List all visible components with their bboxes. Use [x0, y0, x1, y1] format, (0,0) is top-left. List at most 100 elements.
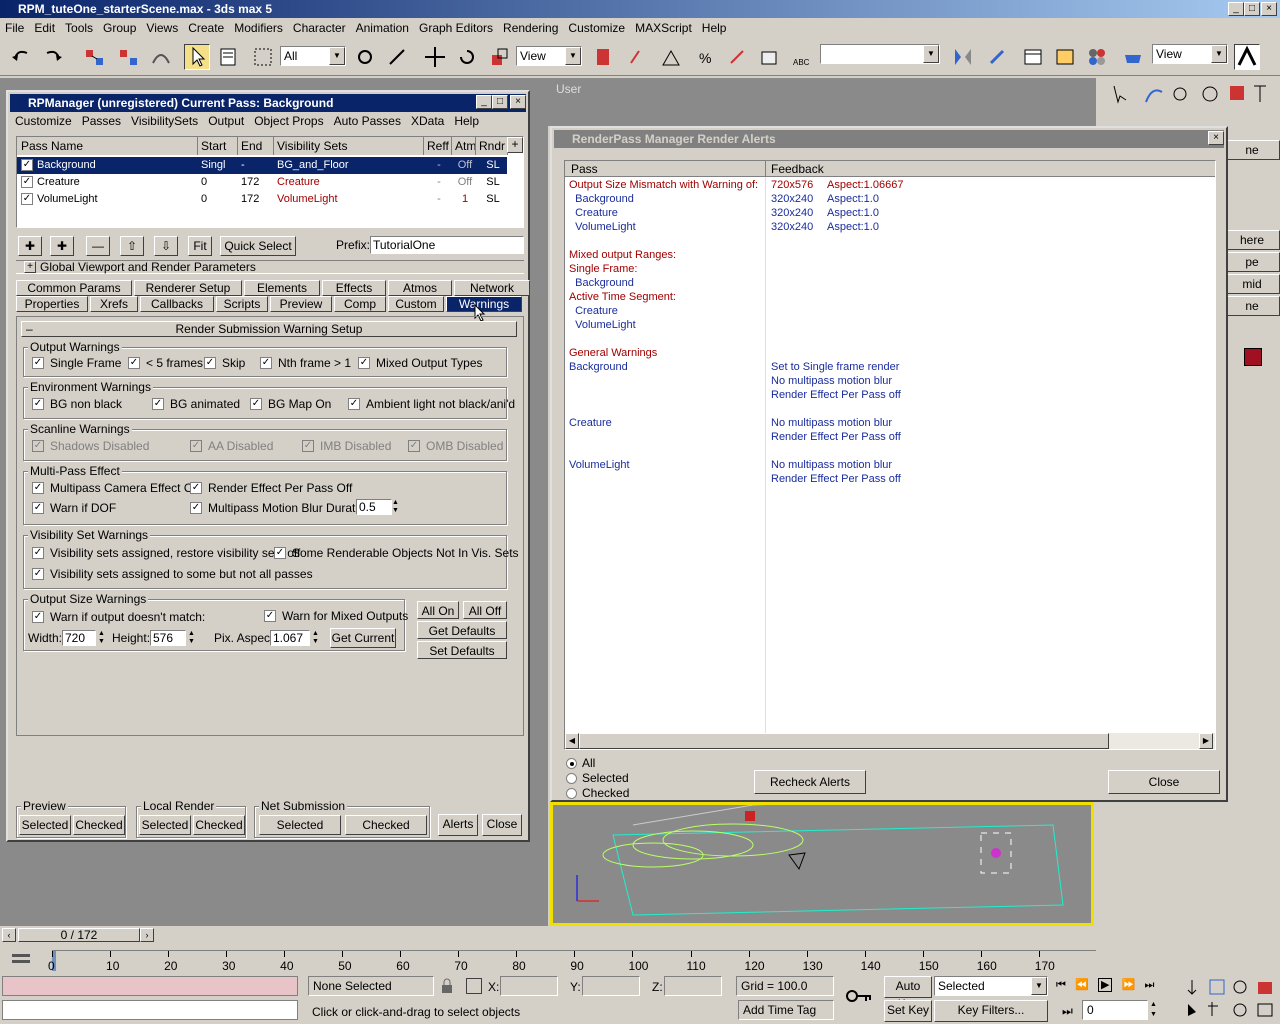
pivot-center-icon[interactable] [590, 44, 616, 70]
menu-item-create[interactable]: Create [183, 18, 229, 38]
local-checked-button[interactable]: Checked [193, 815, 245, 835]
width-input[interactable]: 720 [62, 630, 96, 646]
rpm-menu-item-visibilitysets[interactable]: VisibilitySets [126, 112, 203, 130]
preview-checked-button[interactable]: Checked [73, 815, 125, 835]
move-icon[interactable] [422, 44, 448, 70]
named-selection-sets-dropdown[interactable]: ▼ [820, 44, 940, 64]
warn-if-dof-checkbox[interactable]: ✓ [32, 502, 44, 514]
alerts-button[interactable]: Alerts [438, 814, 478, 836]
snap-toggle-icon[interactable] [626, 44, 652, 70]
motion-blur-duration-checkbox[interactable]: ✓ [190, 502, 202, 514]
pass-col-header[interactable]: Visibility Sets [277, 139, 423, 153]
spinner-snap-icon[interactable] [724, 44, 750, 70]
shadows-disabled-checkbox[interactable]: ✓ [32, 440, 44, 452]
prev-key-icon[interactable]: ⏪ [1075, 979, 1089, 991]
render-effect-per-pass-checkbox[interactable]: ✓ [190, 482, 202, 494]
scroll-left-icon[interactable]: ◀ [565, 733, 579, 749]
prev-frame-icon[interactable]: ‹ [2, 928, 16, 942]
redo-icon[interactable] [40, 44, 66, 70]
menu-item-rendering[interactable]: Rendering [498, 18, 563, 38]
tab-preview[interactable]: Preview [270, 296, 332, 312]
all-off-button[interactable]: All Off [463, 601, 507, 619]
link-icon[interactable] [82, 44, 108, 70]
viewport-user-active[interactable] [550, 794, 1094, 926]
rpm-close-action-button[interactable]: Close [482, 814, 522, 836]
named-selection-icon[interactable]: ABC [790, 44, 816, 70]
key-mode-icon[interactable] [844, 986, 874, 1006]
ambient-light-checkbox[interactable]: ✓ [348, 398, 360, 410]
track-bar-menu-icon[interactable] [10, 952, 32, 968]
snaps-icon[interactable] [384, 44, 410, 70]
region-select-icon[interactable] [250, 44, 276, 70]
tab-scripts[interactable]: Scripts [216, 296, 268, 312]
spinner-icon[interactable]: ▲ ▼ [392, 499, 402, 515]
key-filters-button[interactable]: Key Filters... [934, 1000, 1048, 1022]
mirror-icon[interactable] [950, 44, 976, 70]
some-not-all-passes-checkbox[interactable]: ✓ [32, 568, 44, 580]
alerts-list[interactable]: Pass Feedback Output Size Mismatch with … [564, 160, 1216, 750]
renderable-not-in-sets-checkbox[interactable]: ✓ [274, 547, 286, 559]
tab-custom[interactable]: Custom [388, 296, 444, 312]
x-coord-input[interactable] [500, 976, 558, 996]
pass-col-header[interactable]: Pass Name [21, 139, 197, 153]
mixed-output-types-checkbox[interactable]: ✓ [358, 357, 370, 369]
tab-common-params[interactable]: Common Params [16, 280, 132, 296]
tab-elements[interactable]: Elements [244, 280, 320, 296]
percent-snap-icon[interactable]: % [692, 44, 718, 70]
horizontal-scrollbar[interactable]: ◀ ▶ [565, 733, 1215, 749]
rollout-header[interactable]: – Render Submission Warning Setup [21, 321, 517, 337]
auto-key-button[interactable]: Auto Key [884, 976, 932, 1011]
omb-disabled-checkbox[interactable]: ✓ [408, 440, 420, 452]
scroll-thumb[interactable] [579, 733, 1109, 749]
menu-item-animation[interactable]: Animation [351, 18, 414, 38]
next-key-icon[interactable]: ⏩ [1122, 979, 1136, 991]
menu-item-graph-editors[interactable]: Graph Editors [414, 18, 498, 38]
menu-item-file[interactable]: File [0, 18, 29, 38]
cmdpanel-button-3[interactable]: pe [1224, 252, 1280, 272]
command-panel-tabs[interactable] [1106, 82, 1276, 106]
window-crossing-icon[interactable] [352, 44, 378, 70]
warn-mixed-outputs-checkbox[interactable]: ✓ [264, 610, 276, 622]
unlink-icon[interactable] [116, 44, 142, 70]
angle-snap-icon[interactable] [658, 44, 684, 70]
menu-item-modifiers[interactable]: Modifiers [229, 18, 288, 38]
edit-named-selection-icon[interactable] [756, 44, 782, 70]
pass-col-header[interactable]: Rndr [479, 139, 507, 153]
lt5-frames-checkbox[interactable]: ✓ [128, 357, 140, 369]
align-icon[interactable] [984, 44, 1010, 70]
bg-animated-checkbox[interactable]: ✓ [152, 398, 164, 410]
cmdpanel-button-1[interactable]: ne [1224, 140, 1280, 160]
rpm-minimize-button[interactable]: _ [476, 95, 492, 109]
scroll-right-icon[interactable]: ▶ [1199, 733, 1213, 749]
rpm-menu-item-help[interactable]: Help [449, 112, 484, 130]
rpm-menu-item-output[interactable]: Output [203, 112, 249, 130]
render-scene-icon[interactable] [1120, 44, 1146, 70]
duplicate-pass-icon[interactable]: ✚ [50, 236, 74, 256]
selection-filter-dropdown[interactable]: All ▼ [280, 46, 346, 66]
global-params-rollout[interactable]: + Global Viewport and Render Parameters [16, 260, 524, 274]
select-object-icon[interactable] [184, 44, 210, 70]
rpm-menu-item-passes[interactable]: Passes [77, 112, 126, 130]
add-pass-icon[interactable]: ✚ [18, 236, 42, 256]
pass-enabled-checkbox[interactable]: ✓ [21, 176, 33, 188]
bind-space-warp-icon[interactable] [148, 44, 174, 70]
close-button[interactable]: × [1261, 2, 1277, 16]
aspect-spinner-icon[interactable]: ▲ ▼ [312, 630, 322, 646]
pix-aspect-input[interactable]: 1.067 [270, 630, 310, 646]
goto-end-icon[interactable]: ⏭ [1144, 979, 1154, 991]
pass-col-header[interactable]: Atm [455, 139, 475, 153]
y-coord-input[interactable] [582, 976, 640, 996]
pass-list[interactable]: Pass Name Start End Visibility Sets Reff Atm R… [16, 136, 524, 228]
local-selected-button[interactable]: Selected [139, 815, 191, 835]
rpm-maximize-button[interactable]: □ [492, 95, 508, 109]
aa-disabled-checkbox[interactable]: ✓ [190, 440, 202, 452]
quick-select-button[interactable]: Quick Select [220, 236, 296, 256]
rpm-close-button[interactable]: × [510, 95, 526, 109]
playback-controls[interactable]: ⏮ ⏪ ▶ ⏩ ⏭ [1056, 978, 1180, 996]
skip-checkbox[interactable]: ✓ [204, 357, 216, 369]
fit-button[interactable]: Fit [188, 236, 212, 256]
key-mode-dropdown[interactable]: Selected ▼ [934, 976, 1048, 996]
preview-selected-button[interactable]: Selected [19, 815, 71, 835]
restore-visibility-checkbox[interactable]: ✓ [32, 547, 44, 559]
alerts-close-button[interactable]: Close [1108, 770, 1220, 794]
